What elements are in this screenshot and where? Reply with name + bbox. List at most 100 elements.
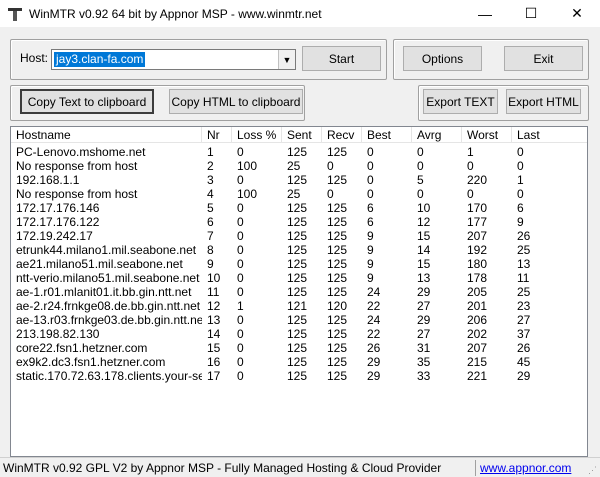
copy-text-button[interactable]: Copy Text to clipboard (20, 89, 154, 114)
cell-nr: 13 (207, 313, 221, 327)
cell-avrg: 12 (417, 215, 431, 229)
cell-worst: 206 (467, 313, 488, 327)
cell-worst: 207 (467, 229, 488, 243)
status-text: WinMTR v0.92 GPL V2 by Appnor MSP - Full… (3, 461, 442, 475)
copy-html-button[interactable]: Copy HTML to clipboard (169, 89, 303, 114)
cell-recv: 125 (327, 173, 348, 187)
cell-loss: 1 (237, 299, 244, 313)
cell-avrg: 31 (417, 341, 431, 355)
export-html-button[interactable]: Export HTML (506, 89, 581, 114)
table-row[interactable]: ex9k2.dc3.fsn1.hetzner.com 16 0 125 125 29 35 2… (11, 355, 587, 369)
cell-nr: 17 (207, 369, 221, 383)
table-row[interactable]: ae-13.r03.frnkge03.de.bb.gin.ntt.net 13 0 1… (11, 313, 587, 327)
cell-sent: 121 (287, 299, 308, 313)
chevron-down-icon[interactable]: ▼ (278, 50, 295, 69)
table-row[interactable]: ae-2.r24.frnkge08.de.bb.gin.ntt.net 12 1 12… (11, 299, 587, 313)
cell-sent: 25 (287, 187, 301, 201)
table-row[interactable]: 172.17.176.122 6 0 125 125 6 12 177 9 (11, 215, 587, 229)
host-combobox[interactable]: jay3.clan-fa.com ▼ (51, 49, 296, 70)
cell-loss: 0 (237, 313, 244, 327)
cell-last: 37 (517, 327, 531, 341)
column-header-hostname[interactable]: Hostname (11, 127, 202, 143)
table-row[interactable]: ae-1.r01.mlanit01.it.bb.gin.ntt.net 11 0 12… (11, 285, 587, 299)
options-button[interactable]: Options (403, 46, 482, 71)
cell-last: 0 (517, 187, 524, 201)
cell-best: 0 (367, 159, 374, 173)
cell-nr: 16 (207, 355, 221, 369)
export-text-button[interactable]: Export TEXT (423, 89, 498, 114)
cell-recv: 125 (327, 201, 348, 215)
cell-nr: 9 (207, 257, 214, 271)
results-table[interactable]: Hostname Nr Loss % Sent Recv Best Avrg Worst Las… (10, 126, 588, 457)
cell-last: 0 (517, 145, 524, 159)
cell-last: 27 (517, 313, 531, 327)
host-input[interactable]: jay3.clan-fa.com (54, 52, 146, 67)
maximize-icon[interactable]: ☐ (508, 0, 554, 27)
cell-avrg: 29 (417, 285, 431, 299)
cell-sent: 125 (287, 243, 308, 257)
cell-nr: 2 (207, 159, 214, 173)
start-button[interactable]: Start (302, 46, 381, 71)
cell-recv: 125 (327, 313, 348, 327)
column-header-last[interactable]: Last (512, 127, 587, 143)
cell-avrg: 33 (417, 369, 431, 383)
column-header-nr[interactable]: Nr (202, 127, 232, 143)
cell-hostname: 172.19.242.17 (16, 229, 93, 243)
column-header-recv[interactable]: Recv (322, 127, 362, 143)
cell-worst: 215 (467, 355, 488, 369)
window-title: WinMTR v0.92 64 bit by Appnor MSP - www.… (29, 6, 322, 21)
table-row[interactable]: 192.168.1.1 3 0 125 125 0 5 220 1 (11, 173, 587, 187)
status-separator (475, 460, 476, 476)
cell-sent: 125 (287, 215, 308, 229)
table-row[interactable]: ae21.milano51.mil.seabone.net 9 0 125 125 9 15… (11, 257, 587, 271)
column-header-avrg[interactable]: Avrg (412, 127, 462, 143)
table-row[interactable]: PC-Lenovo.mshome.net 1 0 125 125 0 0 1 0 (11, 145, 587, 159)
cell-hostname: 192.168.1.1 (16, 173, 80, 187)
table-row[interactable]: No response from host 2 100 25 0 0 0 0 0 (11, 159, 587, 173)
cell-best: 22 (367, 327, 381, 341)
cell-worst: 180 (467, 257, 488, 271)
cell-loss: 0 (237, 327, 244, 341)
column-header-sent[interactable]: Sent (282, 127, 322, 143)
cell-best: 6 (367, 201, 374, 215)
cell-nr: 14 (207, 327, 221, 341)
cell-loss: 0 (237, 257, 244, 271)
column-header-best[interactable]: Best (362, 127, 412, 143)
table-row[interactable]: 172.17.176.146 5 0 125 125 6 10 170 6 (11, 201, 587, 215)
close-icon[interactable]: ✕ (554, 0, 600, 27)
table-row[interactable]: No response from host 4 100 25 0 0 0 0 0 (11, 187, 587, 201)
cell-avrg: 27 (417, 299, 431, 313)
cell-avrg: 13 (417, 271, 431, 285)
cell-worst: 177 (467, 215, 488, 229)
appnor-link[interactable]: www.appnor.com (480, 461, 571, 475)
cell-avrg: 15 (417, 257, 431, 271)
table-row[interactable]: ntt-verio.milano51.mil.seabone.net 10 0 125… (11, 271, 587, 285)
cell-hostname: static.170.72.63.178.clients.your-ser... (16, 369, 202, 383)
cell-sent: 125 (287, 229, 308, 243)
table-row[interactable]: etrunk44.milano1.mil.seabone.net 8 0 125 125… (11, 243, 587, 257)
cell-recv: 125 (327, 369, 348, 383)
title-bar: WinMTR v0.92 64 bit by Appnor MSP - www.… (0, 0, 600, 27)
cell-worst: 192 (467, 243, 488, 257)
cell-sent: 125 (287, 145, 308, 159)
cell-best: 0 (367, 145, 374, 159)
exit-button[interactable]: Exit (504, 46, 583, 71)
table-row[interactable]: 213.198.82.130 14 0 125 125 22 27 202 37 (11, 327, 587, 341)
cell-hostname: 213.198.82.130 (16, 327, 100, 341)
table-row[interactable]: core22.fsn1.hetzner.com 15 0 125 125 26 31 207 2… (11, 341, 587, 355)
table-row[interactable]: static.170.72.63.178.clients.your-ser...… (11, 369, 587, 383)
table-row[interactable]: 172.19.242.17 7 0 125 125 9 15 207 26 (11, 229, 587, 243)
cell-sent: 125 (287, 173, 308, 187)
column-header-worst[interactable]: Worst (462, 127, 512, 143)
cell-last: 1 (517, 173, 524, 187)
cell-sent: 125 (287, 201, 308, 215)
cell-best: 24 (367, 313, 381, 327)
cell-avrg: 0 (417, 159, 424, 173)
resize-grip-icon[interactable]: ⋰ (588, 465, 598, 475)
cell-recv: 125 (327, 229, 348, 243)
cell-worst: 170 (467, 201, 488, 215)
column-header-loss[interactable]: Loss % (232, 127, 282, 143)
cell-recv: 125 (327, 257, 348, 271)
cell-hostname: 172.17.176.146 (16, 201, 100, 215)
minimize-icon[interactable]: — (462, 0, 508, 27)
